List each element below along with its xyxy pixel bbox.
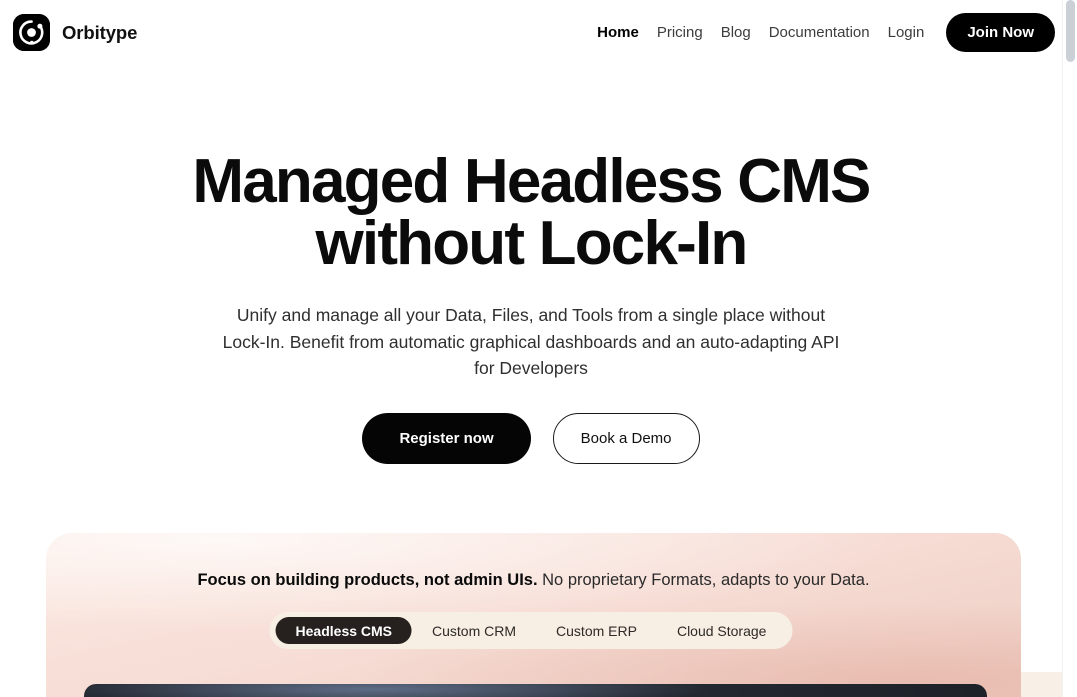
site-header: Orbitype Home Pricing Blog Documentation… [0,0,1062,65]
brand-logo-link[interactable]: Orbitype [13,14,137,51]
page-viewport: Orbitype Home Pricing Blog Documentation… [0,0,1062,697]
page-title: Managed Headless CMS without Lock-In [192,147,871,278]
tab-custom-erp[interactable]: Custom ERP [536,617,657,644]
brand-name: Orbitype [62,21,138,43]
product-preview-panel [84,684,987,697]
primary-navigation: Home Pricing Blog Documentation Login Jo… [588,13,1055,52]
register-now-button[interactable]: Register now [362,412,531,464]
hero-section: Managed Headless CMS without Lock-In Uni… [0,65,1062,464]
nav-item-pricing[interactable]: Pricing [648,18,712,47]
page-background-strip [1021,672,1062,697]
orbit-logo-icon [13,14,50,51]
nav-item-home[interactable]: Home [588,18,648,47]
nav-item-blog[interactable]: Blog [712,18,760,47]
vertical-scrollbar[interactable] [1062,0,1077,697]
tab-custom-crm[interactable]: Custom CRM [412,617,536,644]
hero-subtitle: Unify and manage all your Data, Files, a… [222,305,840,378]
tab-headless-cms[interactable]: Headless CMS [275,617,413,644]
join-now-button[interactable]: Join Now [946,13,1055,52]
tab-cloud-storage[interactable]: Cloud Storage [657,617,787,644]
showcase-tagline: Focus on building products, not admin UI… [46,569,1021,591]
showcase-tab-group: Headless CMS Custom CRM Custom ERP Cloud… [269,612,793,649]
nav-item-documentation[interactable]: Documentation [760,18,879,47]
showcase-tagline-rest: No proprietary Formats, adapts to your D… [542,571,870,589]
scrollbar-thumb[interactable] [1066,0,1075,62]
hero-actions: Register now Book a Demo [0,412,1062,464]
showcase-tagline-bold: Focus on building products, not admin UI… [197,571,538,589]
book-a-demo-button[interactable]: Book a Demo [552,412,700,464]
nav-item-login[interactable]: Login [879,18,934,47]
